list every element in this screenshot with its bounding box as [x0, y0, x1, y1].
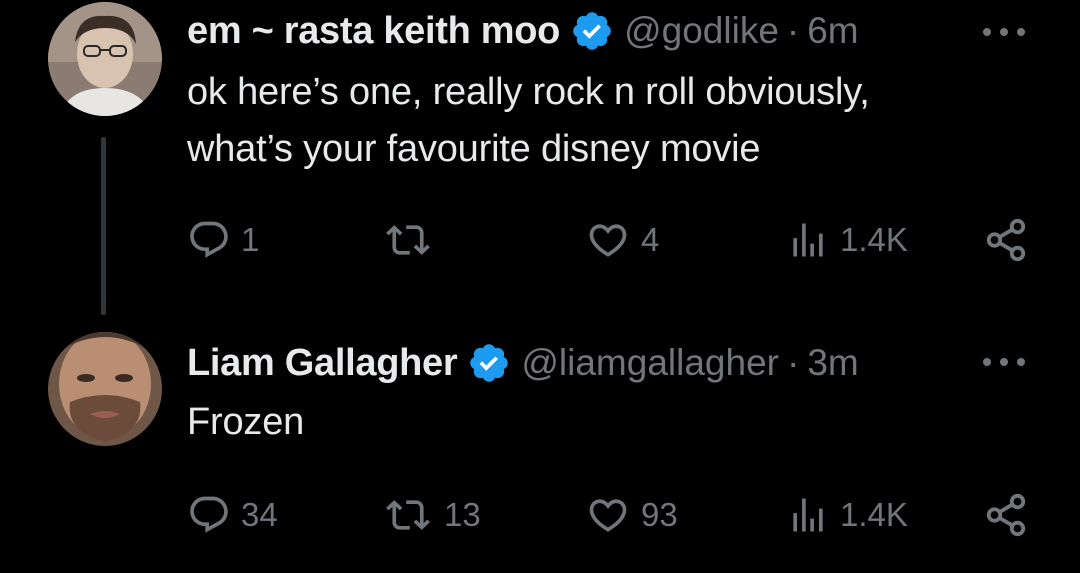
display-name[interactable]: em ~ rasta keith moo — [187, 10, 560, 53]
like-icon — [585, 218, 631, 262]
verified-badge-icon[interactable] — [570, 9, 614, 53]
separator: · — [786, 10, 800, 51]
tweet-text: Frozen — [187, 394, 1007, 451]
tweet-header: em ~ rasta keith moo @godlike · 6m — [187, 6, 859, 56]
views-button[interactable]: 1.4K — [786, 215, 908, 265]
retweet-count: 13 — [444, 496, 481, 533]
retweet-icon — [382, 218, 434, 262]
handle[interactable]: @godlike — [624, 10, 779, 52]
tweet-text: ok here’s one, really rock n roll obviou… — [187, 64, 1007, 178]
reply-button[interactable]: 34 — [187, 490, 278, 540]
display-name[interactable]: Liam Gallagher — [187, 342, 458, 385]
views-count: 1.4K — [840, 496, 908, 533]
retweet-icon — [382, 493, 434, 537]
views-icon — [786, 218, 830, 262]
more-icon[interactable] — [979, 352, 1029, 372]
retweet-button[interactable] — [382, 215, 444, 265]
tweet[interactable]: Liam Gallagher @liamgallagher · 3m Froze… — [0, 330, 1080, 573]
like-button[interactable]: 93 — [585, 490, 678, 540]
reply-count: 1 — [241, 221, 260, 258]
tweet-header: Liam Gallagher @liamgallagher · 3m — [187, 338, 859, 388]
tweet-text-line: ok here’s one, really rock n roll obviou… — [187, 71, 870, 113]
like-icon — [585, 493, 631, 537]
action-bar: 1 4 1.4K — [0, 215, 1080, 265]
tweet-text-line: Frozen — [187, 401, 305, 443]
more-icon[interactable] — [979, 22, 1029, 42]
verified-badge-icon[interactable] — [467, 341, 511, 385]
views-icon — [786, 493, 830, 537]
handle[interactable]: @liamgallagher — [521, 342, 779, 384]
retweet-button[interactable]: 13 — [382, 490, 481, 540]
like-count: 93 — [641, 496, 678, 533]
timestamp[interactable]: 6m — [807, 10, 858, 52]
avatar[interactable] — [48, 2, 162, 116]
share-button[interactable] — [983, 215, 1029, 265]
avatar[interactable] — [48, 332, 162, 446]
reply-icon — [187, 218, 231, 262]
like-count: 4 — [641, 221, 660, 258]
views-count: 1.4K — [840, 221, 908, 258]
like-button[interactable]: 4 — [585, 215, 659, 265]
reply-icon — [187, 493, 231, 537]
views-button[interactable]: 1.4K — [786, 490, 908, 540]
separator: · — [786, 342, 800, 383]
tweet[interactable]: em ~ rasta keith moo @godlike · 6m ok he… — [0, 0, 1080, 330]
share-icon — [983, 492, 1029, 538]
share-button[interactable] — [983, 490, 1029, 540]
tweet-text-line: what’s your favourite disney movie — [187, 128, 761, 170]
reply-button[interactable]: 1 — [187, 215, 259, 265]
timestamp[interactable]: 3m — [807, 342, 858, 384]
action-bar: 34 13 93 1.4K — [0, 490, 1080, 540]
share-icon — [983, 217, 1029, 263]
reply-count: 34 — [241, 496, 278, 533]
